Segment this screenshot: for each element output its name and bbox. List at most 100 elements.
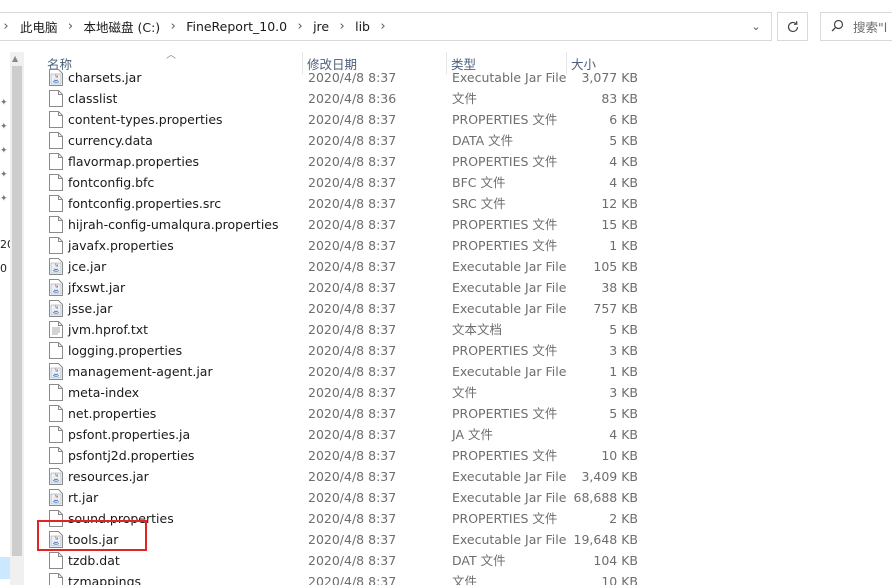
- file-size: 105 KB: [593, 259, 638, 274]
- file-type: DAT 文件: [452, 553, 506, 568]
- breadcrumb-item[interactable]: 本地磁盘 (C:): [82, 17, 163, 36]
- file-row[interactable]: hijrah-config-umalqura.properties 2020/4/…: [0, 214, 892, 235]
- search-box[interactable]: 搜索"l: [820, 12, 892, 41]
- file-row[interactable]: charsets.jar 2020/4/8 8:37 Executable Jar …: [0, 67, 892, 88]
- file-row[interactable]: jsse.jar 2020/4/8 8:37 Executable Jar File…: [0, 298, 892, 319]
- file-type: JA 文件: [452, 427, 493, 442]
- file-size: 4 KB: [609, 175, 638, 190]
- chevron-right-icon[interactable]: ›: [0, 19, 12, 34]
- file-size: 10 KB: [601, 574, 638, 585]
- file-size: 2 KB: [609, 511, 638, 526]
- address-bar[interactable]: › 此电脑 › 本地磁盘 (C:) › FineReport_10.0 › jre › lib › ⌄: [0, 12, 772, 41]
- text-file-icon: [49, 321, 63, 338]
- breadcrumb-item[interactable]: lib: [353, 19, 372, 34]
- file-size: 104 KB: [593, 553, 638, 568]
- file-name: logging.properties: [68, 343, 183, 358]
- file-row[interactable]: meta-index 2020/4/8 8:37 文件 3 KB: [0, 382, 892, 403]
- breadcrumb-separator-icon[interactable]: ›: [162, 19, 184, 34]
- file-row[interactable]: currency.data 2020/4/8 8:37 DATA 文件 5 KB: [0, 130, 892, 151]
- breadcrumb-separator-icon[interactable]: ›: [60, 19, 82, 34]
- file-name: charsets.jar: [68, 70, 142, 85]
- file-name: flavormap.properties: [68, 154, 200, 169]
- file-row[interactable]: content-types.properties 2020/4/8 8:37 PRO…: [0, 109, 892, 130]
- file-date: 2020/4/8 8:37: [308, 553, 397, 568]
- file-date: 2020/4/8 8:37: [308, 217, 397, 232]
- file-date: 2020/4/8 8:37: [308, 154, 397, 169]
- refresh-icon: [787, 20, 798, 32]
- breadcrumb-item[interactable]: jre: [311, 19, 331, 34]
- file-size: 1 KB: [609, 364, 638, 379]
- jar-file-icon: [49, 489, 63, 506]
- breadcrumb-item[interactable]: FineReport_10.0: [184, 19, 289, 34]
- file-type: 文本文档: [452, 322, 503, 337]
- file-row[interactable]: management-agent.jar 2020/4/8 8:37 Executa…: [0, 361, 892, 382]
- file-type: 文件: [452, 91, 478, 106]
- file-size: 3 KB: [609, 343, 638, 358]
- file-row[interactable]: resources.jar 2020/4/8 8:37 Executable Jar…: [0, 466, 892, 487]
- file-row[interactable]: classlist 2020/4/8 8:36 文件 83 KB: [0, 88, 892, 109]
- file-date: 2020/4/8 8:37: [308, 259, 397, 274]
- file-row[interactable]: logging.properties 2020/4/8 8:37 PROPERTIE…: [0, 340, 892, 361]
- file-name: jfxswt.jar: [68, 280, 126, 295]
- file-date: 2020/4/8 8:37: [308, 175, 397, 190]
- breadcrumb-item[interactable]: 此电脑: [18, 17, 60, 36]
- file-type: DATA 文件: [452, 133, 514, 148]
- file-icon: [49, 90, 63, 107]
- file-icon: [49, 405, 63, 422]
- jar-file-icon: [49, 258, 63, 275]
- search-icon: [821, 19, 853, 35]
- file-icon: [49, 342, 63, 359]
- file-date: 2020/4/8 8:37: [308, 196, 397, 211]
- file-icon: [49, 552, 63, 569]
- file-icon: [49, 426, 63, 443]
- file-type: Executable Jar File: [452, 364, 567, 379]
- file-row[interactable]: flavormap.properties 2020/4/8 8:37 PROPERT…: [0, 151, 892, 172]
- file-date: 2020/4/8 8:37: [308, 280, 397, 295]
- file-type: PROPERTIES 文件: [452, 511, 558, 526]
- file-name: fontconfig.properties.src: [68, 196, 222, 211]
- breadcrumb-separator-icon[interactable]: ›: [331, 19, 353, 34]
- file-row[interactable]: jce.jar 2020/4/8 8:37 Executable Jar File 1…: [0, 256, 892, 277]
- file-date: 2020/4/8 8:37: [308, 343, 397, 358]
- file-icon: [49, 447, 63, 464]
- refresh-button[interactable]: [777, 12, 808, 41]
- file-type: Executable Jar File: [452, 490, 567, 505]
- chevron-down-icon[interactable]: ⌄: [741, 13, 771, 40]
- scroll-up-icon[interactable]: ▲: [12, 54, 18, 63]
- file-date: 2020/4/8 8:36: [308, 91, 397, 106]
- file-type: PROPERTIES 文件: [452, 238, 558, 253]
- file-row[interactable]: jfxswt.jar 2020/4/8 8:37 Executable Jar Fi…: [0, 277, 892, 298]
- file-date: 2020/4/8 8:37: [308, 511, 397, 526]
- jar-file-icon: [49, 468, 63, 485]
- file-icon: [49, 237, 63, 254]
- file-date: 2020/4/8 8:37: [308, 112, 397, 127]
- file-row[interactable]: psfontj2d.properties 2020/4/8 8:37 PROPERT…: [0, 445, 892, 466]
- file-type: BFC 文件: [452, 175, 506, 190]
- file-row[interactable]: fontconfig.properties.src 2020/4/8 8:37 SR…: [0, 193, 892, 214]
- file-row[interactable]: tzdb.dat 2020/4/8 8:37 DAT 文件 104 KB: [0, 550, 892, 571]
- file-name: classlist: [68, 91, 118, 106]
- file-date: 2020/4/8 8:37: [308, 238, 397, 253]
- file-row[interactable]: tzmappings 2020/4/8 8:37 文件 10 KB: [0, 571, 892, 585]
- file-size: 68,688 KB: [573, 490, 638, 505]
- file-row[interactable]: javafx.properties 2020/4/8 8:37 PROPERTIES…: [0, 235, 892, 256]
- file-row[interactable]: fontconfig.bfc 2020/4/8 8:37 BFC 文件 4 KB: [0, 172, 892, 193]
- file-name: jvm.hprof.txt: [68, 322, 149, 337]
- file-name: fontconfig.bfc: [68, 175, 155, 190]
- breadcrumb-separator-icon[interactable]: ›: [372, 19, 394, 34]
- file-name: rt.jar: [68, 490, 99, 505]
- file-date: 2020/4/8 8:37: [308, 364, 397, 379]
- file-type: Executable Jar File: [452, 70, 567, 85]
- file-size: 757 KB: [593, 301, 638, 316]
- file-row[interactable]: rt.jar 2020/4/8 8:37 Executable Jar File 68…: [0, 487, 892, 508]
- file-row[interactable]: psfont.properties.ja 2020/4/8 8:37 JA 文件 4 …: [0, 424, 892, 445]
- file-date: 2020/4/8 8:37: [308, 532, 397, 547]
- file-icon: [49, 153, 63, 170]
- file-name: hijrah-config-umalqura.properties: [68, 217, 279, 232]
- file-row[interactable]: jvm.hprof.txt 2020/4/8 8:37 文本文档 5 KB: [0, 319, 892, 340]
- file-size: 15 KB: [601, 217, 638, 232]
- file-date: 2020/4/8 8:37: [308, 70, 397, 85]
- file-row[interactable]: net.properties 2020/4/8 8:37 PROPERTIES 文件…: [0, 403, 892, 424]
- file-icon: [49, 573, 63, 585]
- breadcrumb-separator-icon[interactable]: ›: [289, 19, 311, 34]
